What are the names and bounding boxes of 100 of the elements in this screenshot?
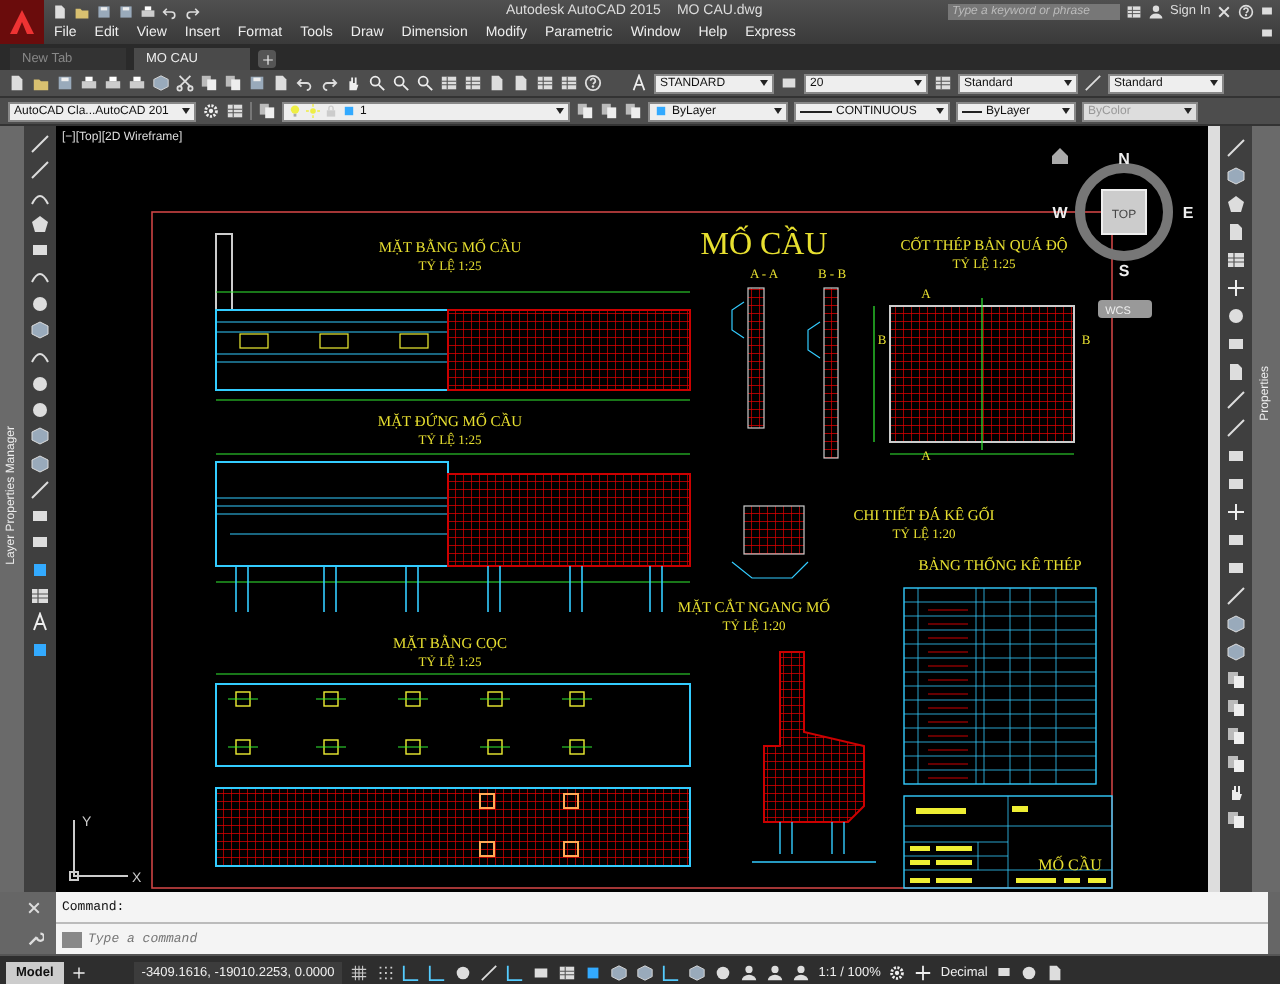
zoom-icon[interactable] [392,74,410,92]
person-icon[interactable] [1148,3,1164,19]
circle-icon[interactable] [30,399,50,420]
home-icon[interactable] [1052,148,1068,164]
scissors-icon[interactable] [176,74,194,92]
hand-icon[interactable] [1226,782,1246,802]
rect-icon[interactable] [532,963,551,981]
plus-icon[interactable] [71,965,86,979]
caret-icon [760,80,768,86]
printer-icon[interactable] [128,74,146,92]
circle-icon[interactable] [714,963,733,981]
app-logo[interactable] [0,0,44,44]
new-tab-button[interactable] [258,50,276,68]
circle-icon[interactable] [1019,963,1038,981]
dots-icon[interactable] [376,963,395,981]
page-icon[interactable] [272,74,290,92]
ucs-menu[interactable] [1098,300,1152,318]
help-icon[interactable] [1238,3,1255,19]
table-icon[interactable] [30,586,50,607]
line-icon[interactable] [1084,74,1102,92]
rect-icon[interactable] [1226,334,1246,354]
rect-icon[interactable] [780,74,798,92]
close-icon[interactable] [1216,3,1233,19]
circle-icon[interactable] [30,373,50,394]
table-icon[interactable] [464,74,482,92]
table-icon[interactable] [1126,3,1142,19]
printer-icon[interactable] [80,74,98,92]
viewcube[interactable] [1101,189,1147,235]
person-icon[interactable] [792,963,811,981]
plus-icon[interactable] [1226,278,1246,298]
help-icon[interactable] [584,74,602,92]
gear-icon[interactable] [202,102,220,120]
square-icon[interactable] [584,963,603,981]
compass-letter[interactable]: S [1118,262,1130,280]
undo-icon[interactable] [162,3,178,19]
printer-icon[interactable] [140,3,156,19]
compass-letter[interactable]: E [1182,204,1194,222]
square-icon[interactable] [30,559,50,580]
circle-icon[interactable] [1226,306,1246,326]
line-icon[interactable] [1226,138,1246,158]
title-block-text: MỐ CẦU [1038,856,1102,874]
zoom-icon[interactable] [368,74,386,92]
grid-icon[interactable] [350,963,369,981]
page-icon[interactable] [52,3,68,19]
rect-icon[interactable] [30,240,50,261]
line-icon[interactable] [1226,586,1246,606]
redo-icon[interactable] [320,74,338,92]
person-icon[interactable] [740,963,759,981]
compass-ring[interactable] [1075,163,1173,261]
table-icon[interactable] [558,963,577,981]
folder-icon[interactable] [74,3,90,19]
printer-icon[interactable] [104,74,122,92]
letter-icon[interactable] [30,612,50,633]
angle-icon[interactable] [506,963,525,981]
prompt-icon[interactable] [62,931,82,947]
circle-icon[interactable] [30,293,50,314]
gear-icon[interactable] [888,963,907,981]
undo-icon[interactable] [296,74,314,92]
person-icon[interactable] [766,963,785,981]
wrench-icon[interactable] [25,929,43,947]
letter-icon[interactable] [630,74,648,92]
line-icon[interactable] [30,479,50,500]
plus-icon[interactable] [914,963,933,981]
page-icon[interactable] [1226,362,1246,382]
line-icon[interactable] [1226,390,1246,410]
redo-icon[interactable] [184,3,200,19]
copy-icon[interactable] [1226,810,1246,830]
table-icon[interactable] [536,74,554,92]
page-icon[interactable] [8,74,26,92]
square-icon[interactable] [30,639,50,660]
table-icon[interactable] [934,74,952,92]
line-icon[interactable] [30,134,50,154]
polygon-icon[interactable] [1226,194,1246,214]
compass-letter[interactable]: N [1118,150,1130,168]
rect-icon[interactable] [30,506,50,527]
caret-icon [1064,80,1072,86]
caret-icon [1210,80,1218,86]
page-icon[interactable] [1045,963,1064,981]
table-icon[interactable] [440,74,458,92]
bulb-icon [288,104,302,118]
table-icon[interactable] [226,102,244,120]
circle-icon[interactable] [454,963,473,981]
rect-icon[interactable] [30,532,50,553]
line-icon[interactable] [30,160,50,181]
table-icon[interactable] [560,74,578,92]
caret-icon [1184,108,1192,114]
hand-icon[interactable] [344,74,362,92]
caret-icon [556,108,564,114]
polygon-icon[interactable] [30,213,50,234]
table-icon[interactable] [1226,250,1246,270]
line-icon[interactable] [1226,418,1246,438]
zoom-icon[interactable] [416,74,434,92]
plus-icon[interactable] [1226,502,1246,522]
close-icon[interactable] [26,899,42,915]
page-icon[interactable] [1226,222,1246,242]
line-icon[interactable] [480,963,499,981]
angle-icon[interactable] [662,963,681,981]
folder-icon[interactable] [32,74,50,92]
ucs-axes-icon [69,819,129,881]
rect-icon[interactable] [995,964,1012,980]
